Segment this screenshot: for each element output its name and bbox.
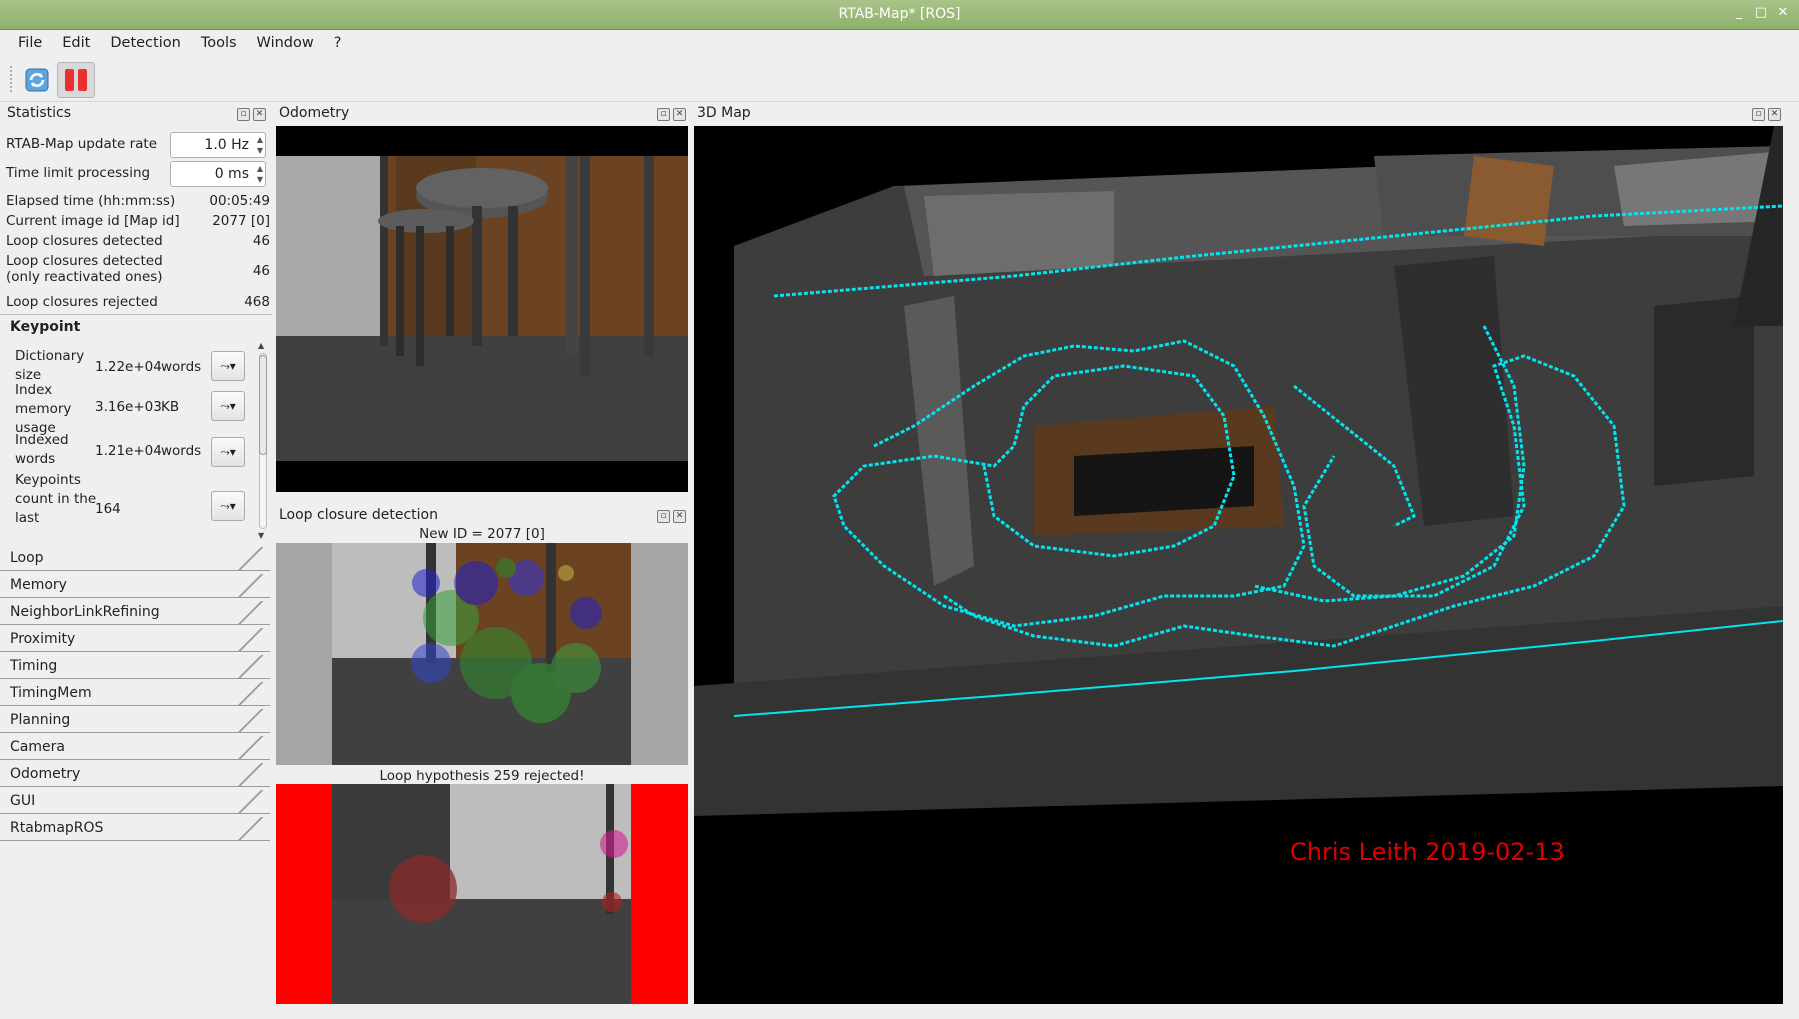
new-id-label: New ID = 2077 [0] (419, 526, 545, 542)
category-neighborlinkrefining[interactable]: NeighborLinkRefining (0, 601, 270, 625)
new-image-view (276, 543, 688, 765)
scroll-down-icon[interactable]: ▼ (258, 531, 264, 540)
category-planning[interactable]: Planning (0, 709, 270, 733)
plot-icon: ⤳▾ (220, 499, 236, 513)
stat-row: Loop closures detected 46 (6, 233, 270, 249)
close-icon[interactable]: ✕ (1768, 108, 1781, 121)
plot-button[interactable]: ⤳▾ (211, 437, 245, 467)
stat-row: Current image id [Map id] 2077 [0] (6, 213, 270, 229)
loop-image-view (276, 784, 688, 1004)
category-loop[interactable]: Loop (0, 547, 270, 571)
plot-button[interactable]: ⤳▾ (211, 491, 245, 521)
statistics-panel: RTAB-Map update rate 1.0 Hz ▲ ▼ Time limi… (0, 102, 274, 1019)
category-odometry[interactable]: Odometry (0, 763, 270, 787)
spin-arrows-icon[interactable]: ▲ ▼ (257, 163, 263, 185)
close-button[interactable]: ✕ (1775, 5, 1791, 20)
category-timing[interactable]: Timing (0, 655, 270, 679)
stat-row: Loop closures rejected 468 (6, 294, 270, 310)
maximize-button[interactable]: □ (1753, 5, 1769, 20)
plot-button[interactable]: ⤳▾ (211, 391, 245, 421)
category-memory[interactable]: Memory (0, 574, 270, 598)
update-rate-spinbox[interactable]: 1.0 Hz ▲ ▼ (170, 132, 266, 158)
stat-row: Loop closures detected (only reactivated… (6, 253, 270, 285)
menu-detection[interactable]: Detection (100, 30, 190, 58)
map3d-view[interactable] (694, 126, 1783, 1004)
time-limit-row: Time limit processing 0 ms ▲ ▼ (6, 161, 270, 189)
plot-icon: ⤳▾ (220, 399, 236, 413)
plot-button[interactable]: ⤳▾ (211, 351, 245, 381)
plot-icon: ⤳▾ (220, 359, 236, 373)
odometry-image (276, 126, 688, 492)
loop-closure-dock-title: Loop closure detection (279, 507, 438, 523)
menu-bar: File Edit Detection Tools Window ? (0, 30, 1799, 58)
keypoint-header[interactable]: Keypoint (10, 319, 80, 335)
menu-help[interactable]: ? (324, 30, 352, 58)
pause-icon (65, 69, 87, 91)
odometry-dock-title: Odometry (279, 105, 350, 121)
keypoint-item: Indexed words 1.21e+04 words ⤳▾ (15, 431, 245, 475)
pause-button[interactable] (57, 62, 95, 98)
map-signature: Chris Leith 2019-02-13 (1290, 838, 1565, 866)
menu-window[interactable]: Window (247, 30, 324, 58)
new-image-scene (276, 543, 688, 765)
category-proximity[interactable]: Proximity (0, 628, 270, 652)
menu-tools[interactable]: Tools (191, 30, 247, 58)
keypoint-scrollbar[interactable]: ▲ ▼ (257, 341, 269, 543)
scroll-up-icon[interactable]: ▲ (258, 341, 264, 350)
category-timingmem[interactable]: TimingMem (0, 682, 270, 706)
keypoint-section: Keypoint Dictionary size 1.22e+04 words … (0, 314, 272, 542)
minimize-button[interactable]: _ (1731, 5, 1747, 20)
refresh-icon (25, 68, 49, 92)
odometry-scene (276, 126, 688, 492)
toolbar (0, 58, 1799, 102)
float-icon[interactable]: ▫ (657, 108, 670, 121)
menu-edit[interactable]: Edit (52, 30, 100, 58)
category-camera[interactable]: Camera (0, 736, 270, 760)
stat-row: Elapsed time (hh:mm:ss) 00:05:49 (6, 193, 270, 209)
time-limit-spinbox[interactable]: 0 ms ▲ ▼ (170, 161, 266, 187)
window-title: RTAB-Map* [ROS] (838, 6, 961, 22)
window-titlebar: RTAB-Map* [ROS] _ □ ✕ (0, 0, 1799, 30)
update-rate-row: RTAB-Map update rate 1.0 Hz ▲ ▼ (6, 132, 270, 160)
point-cloud-map (694, 126, 1783, 816)
update-rate-label: RTAB-Map update rate (6, 136, 158, 152)
toolbar-grip[interactable] (10, 66, 13, 92)
category-rtabmapros[interactable]: RtabmapROS (0, 817, 270, 841)
close-icon[interactable]: ✕ (673, 108, 686, 121)
keypoint-item: Keypoints count in the last 164 ⤳▾ (15, 471, 245, 531)
float-icon[interactable]: ▫ (657, 510, 670, 523)
close-icon[interactable]: ✕ (673, 510, 686, 523)
float-icon[interactable]: ▫ (1752, 108, 1765, 121)
loop-hypothesis-label: Loop hypothesis 259 rejected! (379, 768, 585, 784)
time-limit-label: Time limit processing (6, 165, 151, 181)
refresh-button[interactable] (18, 62, 56, 98)
map3d-dock-title: 3D Map (697, 105, 751, 121)
scroll-thumb[interactable] (259, 355, 267, 455)
loop-image-scene (276, 784, 688, 1004)
spin-arrows-icon[interactable]: ▲ ▼ (257, 134, 263, 156)
menu-file[interactable]: File (8, 30, 52, 58)
category-gui[interactable]: GUI (0, 790, 270, 814)
plot-icon: ⤳▾ (220, 445, 236, 459)
